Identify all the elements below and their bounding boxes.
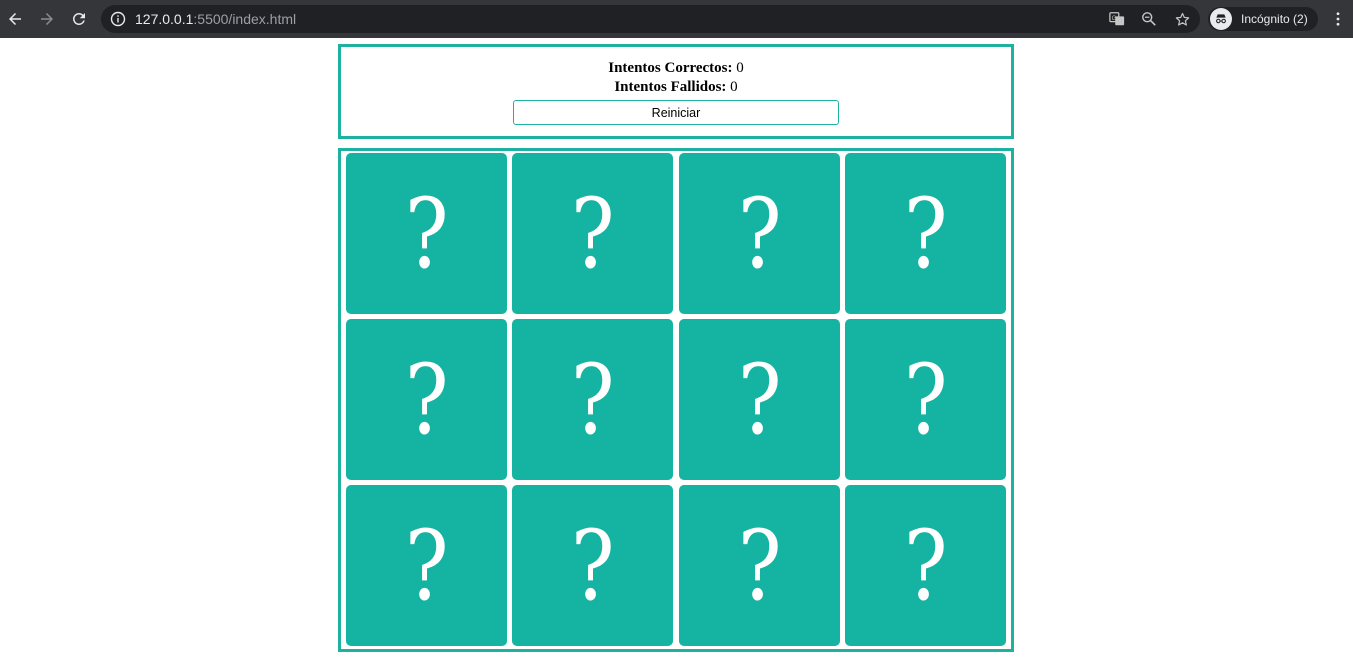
card-question-mark: ? [570, 343, 615, 456]
card-question-mark: ? [570, 177, 615, 290]
memory-card[interactable]: ? [346, 153, 507, 314]
card-question-mark: ? [737, 509, 782, 622]
failed-attempts: Intentos Fallidos: 0 [341, 78, 1011, 97]
address-bar[interactable]: 127.0.0.1:5500/index.html G [101, 5, 1200, 33]
card-question-mark: ? [903, 177, 948, 290]
incognito-profile-button[interactable]: Incógnito (2) [1208, 7, 1318, 31]
incognito-icon [1210, 8, 1232, 30]
memory-card[interactable]: ? [512, 153, 673, 314]
card-question-mark: ? [737, 343, 782, 456]
reload-button[interactable] [67, 7, 91, 31]
url-text: 127.0.0.1:5500/index.html [135, 5, 296, 33]
failed-attempts-value: 0 [730, 79, 738, 95]
url-path: :5500/index.html [193, 11, 297, 27]
memory-card[interactable]: ? [845, 319, 1006, 480]
memory-card[interactable]: ? [679, 319, 840, 480]
correct-attempts: Intentos Correctos: 0 [341, 59, 1011, 78]
url-host: 127.0.0.1 [135, 11, 194, 27]
memory-card[interactable]: ? [512, 485, 673, 646]
info-icon[interactable] [110, 11, 126, 27]
bookmark-star-icon[interactable] [1173, 10, 1191, 28]
card-question-mark: ? [737, 177, 782, 290]
card-question-mark: ? [404, 509, 449, 622]
zoom-icon[interactable] [1140, 10, 1158, 28]
failed-attempts-label: Intentos Fallidos: [614, 79, 727, 95]
back-arrow-icon [9, 13, 21, 25]
memory-card[interactable]: ? [346, 485, 507, 646]
forward-arrow-icon [41, 13, 53, 25]
translate-icon[interactable]: G [1108, 10, 1126, 28]
card-question-mark: ? [903, 509, 948, 622]
profile-label: Incógnito (2) [1241, 12, 1308, 26]
browser-toolbar: 127.0.0.1:5500/index.html G Incógnito (2… [0, 0, 1353, 38]
restart-button[interactable]: Reiniciar [513, 100, 839, 125]
score-panel: Intentos Correctos: 0 Intentos Fallidos:… [338, 44, 1014, 139]
browser-menu-button[interactable] [1329, 9, 1347, 29]
correct-attempts-value: 0 [736, 60, 744, 76]
card-question-mark: ? [404, 343, 449, 456]
memory-card[interactable]: ? [845, 153, 1006, 314]
memory-card[interactable]: ? [512, 319, 673, 480]
correct-attempts-label: Intentos Correctos: [608, 60, 733, 76]
game-board: ? ? ? ? ? ? ? ? ? ? ? ? [338, 148, 1014, 652]
memory-card[interactable]: ? [845, 485, 1006, 646]
forward-button[interactable] [35, 7, 59, 31]
card-question-mark: ? [404, 177, 449, 290]
reload-icon [72, 12, 85, 25]
kebab-menu-icon [1336, 12, 1340, 26]
memory-card[interactable]: ? [346, 319, 507, 480]
svg-text:G: G [1112, 15, 1117, 22]
memory-card[interactable]: ? [679, 485, 840, 646]
back-button[interactable] [3, 7, 27, 31]
card-question-mark: ? [903, 343, 948, 456]
memory-card[interactable]: ? [679, 153, 840, 314]
card-question-mark: ? [570, 509, 615, 622]
